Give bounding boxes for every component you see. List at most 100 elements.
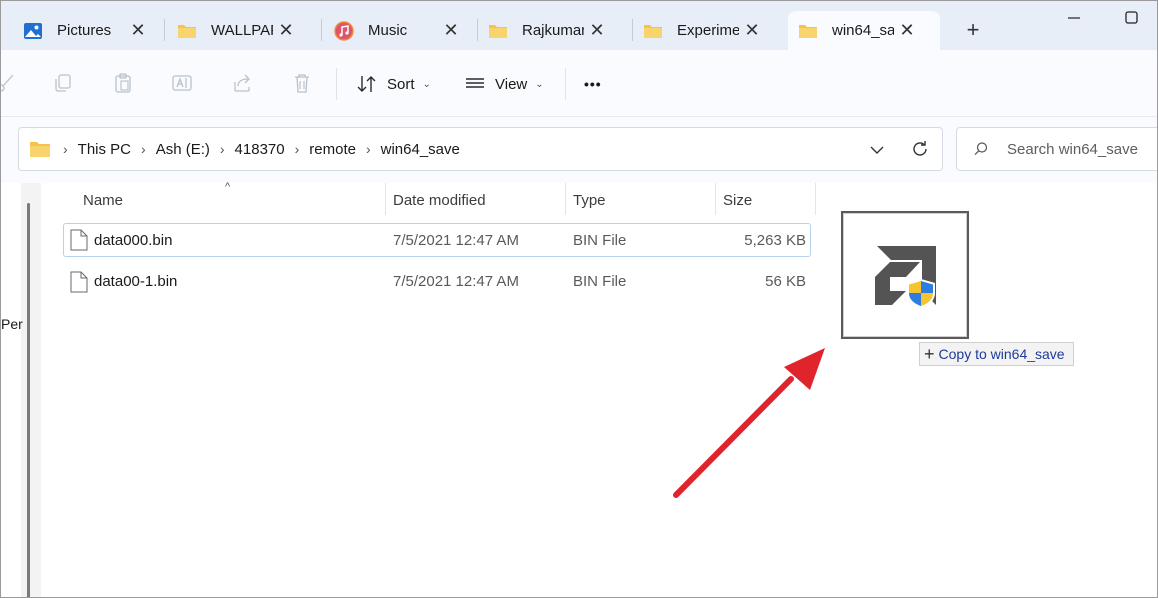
column-divider[interactable] xyxy=(565,183,566,215)
close-icon[interactable]: ✕ xyxy=(125,20,151,41)
column-date-label: Date modified xyxy=(393,191,486,209)
navigation-pane: Per xyxy=(1,183,41,597)
tab-divider xyxy=(321,19,322,41)
folder-icon xyxy=(799,24,817,38)
cut-icon[interactable] xyxy=(0,72,17,94)
column-divider[interactable] xyxy=(385,183,386,215)
tab-experiments[interactable]: Experiments ✕ xyxy=(633,11,777,50)
close-icon[interactable]: ✕ xyxy=(584,20,610,41)
sort-icon xyxy=(357,76,376,92)
file-icon xyxy=(70,271,88,293)
rename-icon[interactable] xyxy=(171,72,193,94)
drag-copy-label: Copy to win64_save xyxy=(938,346,1065,362)
breadcrumb-chevron-icon: › xyxy=(141,141,146,157)
maximize-icon[interactable] xyxy=(1123,9,1141,27)
search-input[interactable] xyxy=(1007,140,1157,158)
tab-label: Rajkumar xyxy=(522,22,584,39)
share-icon[interactable] xyxy=(231,72,253,94)
breadcrumb-this-pc[interactable]: This PC xyxy=(78,141,131,158)
file-row[interactable]: data000.bin 7/5/2021 12:47 AM BIN File 5… xyxy=(63,223,811,257)
tab-pictures[interactable]: Pictures ✕ xyxy=(13,11,155,50)
nav-scrollbar-thumb[interactable] xyxy=(27,203,30,597)
refresh-icon[interactable] xyxy=(910,139,930,159)
more-options-button[interactable]: ••• xyxy=(584,72,602,96)
breadcrumb-win64-save[interactable]: win64_save xyxy=(381,141,460,158)
breadcrumb-chevron-icon: › xyxy=(365,141,371,157)
folder-icon xyxy=(644,24,662,38)
folder-icon xyxy=(489,24,507,38)
search-box[interactable] xyxy=(956,127,1157,171)
file-explorer-window: Pictures ✕ WALLPAPERS ✕ Music ✕ xyxy=(0,0,1158,598)
tab-label: WALLPAPERS xyxy=(211,22,273,39)
breadcrumb-chevron-icon: › xyxy=(294,141,300,157)
close-icon[interactable]: ✕ xyxy=(894,20,920,41)
pictures-icon xyxy=(24,22,42,39)
delete-icon[interactable] xyxy=(291,72,313,94)
folder-icon xyxy=(30,142,50,157)
address-history-chevron-icon[interactable] xyxy=(869,142,885,158)
column-header-type[interactable]: Type xyxy=(573,183,713,217)
plus-icon: + xyxy=(924,344,935,364)
tab-label: win64_save xyxy=(832,22,894,39)
breadcrumb-chevron-icon: › xyxy=(219,141,225,157)
column-name-label: Name xyxy=(83,191,124,209)
folder-icon xyxy=(178,24,196,38)
address-row: › This PC › Ash (E:) › 418370 › remote ›… xyxy=(1,117,1157,183)
drag-copy-tooltip: + Copy to win64_save xyxy=(919,342,1074,366)
tab-rajkumar[interactable]: Rajkumar ✕ xyxy=(478,11,622,50)
toolbar-divider xyxy=(336,68,337,100)
view-list-icon xyxy=(466,78,484,88)
tab-divider xyxy=(164,19,165,41)
column-size-label: Size xyxy=(723,191,753,209)
file-size: 56 KB xyxy=(765,273,806,290)
file-name: data00-1.bin xyxy=(94,273,178,290)
chevron-down-icon: ⌄ xyxy=(535,78,544,90)
copy-icon[interactable] xyxy=(52,72,74,94)
tab-wallpapers[interactable]: WALLPAPERS ✕ xyxy=(167,11,311,50)
file-type: BIN File xyxy=(573,232,627,249)
nav-item-clipped[interactable]: Per xyxy=(1,316,23,332)
column-divider[interactable] xyxy=(815,183,816,215)
file-date: 7/5/2021 12:47 AM xyxy=(393,273,519,290)
tab-label: Experiments xyxy=(677,22,739,39)
file-size: 5,263 KB xyxy=(744,232,806,249)
minimize-icon[interactable] xyxy=(1065,9,1083,27)
search-icon xyxy=(974,142,988,156)
toolbar-divider xyxy=(565,68,566,100)
close-icon[interactable]: ✕ xyxy=(438,20,464,41)
address-bar[interactable]: › This PC › Ash (E:) › 418370 › remote ›… xyxy=(18,127,943,171)
column-header-size[interactable]: Size xyxy=(723,183,813,217)
tab-music[interactable]: Music ✕ xyxy=(324,11,468,50)
breadcrumb-418370[interactable]: 418370 xyxy=(235,141,285,158)
music-icon xyxy=(334,20,354,41)
paste-icon[interactable] xyxy=(112,72,134,94)
nav-scrollbar-track[interactable] xyxy=(21,183,41,597)
breadcrumb-remote[interactable]: remote xyxy=(309,141,356,158)
file-type: BIN File xyxy=(573,273,627,290)
column-divider[interactable] xyxy=(715,183,716,215)
chevron-down-icon: ⌄ xyxy=(422,78,431,90)
file-row[interactable]: data00-1.bin 7/5/2021 12:47 AM BIN File … xyxy=(63,265,811,299)
amd-app-icon xyxy=(875,246,936,308)
new-tab-button[interactable]: + xyxy=(959,17,987,45)
breadcrumb-chevron-icon: › xyxy=(63,141,68,157)
tab-win64-save[interactable]: win64_save ✕ xyxy=(788,11,940,50)
command-bar: Sort ⌄ View ⌄ ••• xyxy=(1,50,1157,117)
column-header-name[interactable]: Name xyxy=(83,183,383,217)
file-icon xyxy=(70,229,88,251)
column-type-label: Type xyxy=(573,191,606,209)
sort-label: Sort xyxy=(387,75,415,93)
drag-preview xyxy=(841,211,969,339)
view-button[interactable]: View ⌄ xyxy=(464,72,544,96)
tab-label: Pictures xyxy=(57,22,112,39)
sort-button[interactable]: Sort ⌄ xyxy=(356,72,431,96)
close-icon[interactable]: ✕ xyxy=(273,20,299,41)
tab-label: Music xyxy=(368,22,408,39)
view-label: View xyxy=(495,75,528,93)
file-list: ^ Name Date modified Type Size data000.b… xyxy=(41,181,1157,597)
column-header-date[interactable]: Date modified xyxy=(393,183,563,217)
close-icon[interactable]: ✕ xyxy=(739,20,765,41)
file-date: 7/5/2021 12:47 AM xyxy=(393,232,519,249)
breadcrumb-drive[interactable]: Ash (E:) xyxy=(156,141,210,158)
file-name: data000.bin xyxy=(94,232,173,249)
